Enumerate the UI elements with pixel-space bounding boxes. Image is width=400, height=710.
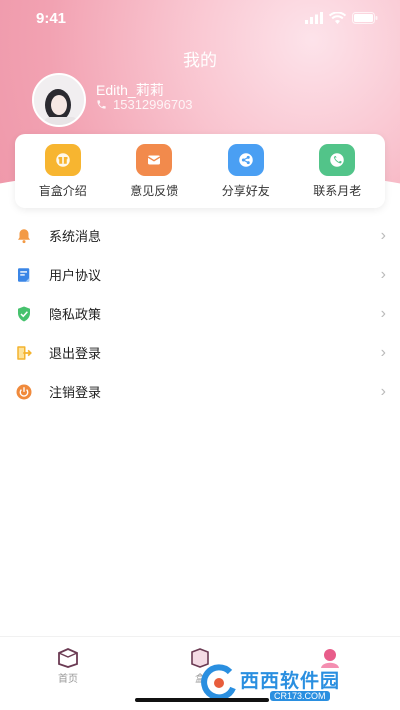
shortcut-label: 联系月老 (313, 183, 362, 198)
shortcut-card: 盲盒介绍 意见反馈 分享好友 联系月老 (15, 134, 385, 208)
phone-icon (319, 143, 356, 176)
menu-item-deactivate-account[interactable]: 注销登录 › (0, 372, 400, 411)
chevron-right-icon: › (380, 265, 386, 283)
menu-item-privacy-policy[interactable]: 隐私政策 › (0, 294, 400, 333)
user-phone: 15312996703 (113, 97, 193, 112)
wifi-icon (329, 12, 346, 24)
status-icons (305, 12, 378, 24)
settings-menu: 系统消息 › 用户协议 › 隐私政策 › 退出登录 › 注销登录 › (0, 216, 400, 411)
phone-icon (97, 100, 106, 109)
shortcut-contact-matchmaker[interactable]: 联系月老 (297, 143, 377, 199)
feedback-mail-icon (136, 143, 173, 176)
chevron-right-icon: › (380, 343, 386, 361)
home-box-icon (58, 648, 78, 668)
chevron-right-icon: › (380, 304, 386, 322)
logout-icon (15, 344, 33, 362)
page-title: 我的 (183, 51, 217, 70)
share-icon (227, 143, 264, 176)
watermark-logo: 西西软件园 CR173.COM (200, 664, 386, 702)
bell-icon (15, 227, 33, 245)
menu-label: 隐私政策 (49, 307, 102, 322)
shortcut-label: 分享好友 (221, 183, 270, 198)
signal-icon (305, 12, 323, 24)
shield-check-icon (15, 305, 33, 323)
menu-item-logout[interactable]: 退出登录 › (0, 333, 400, 372)
status-time: 9:41 (36, 9, 67, 27)
avatar[interactable] (32, 73, 86, 127)
shortcut-share-friends[interactable]: 分享好友 (206, 143, 286, 199)
menu-item-system-messages[interactable]: 系统消息 › (0, 216, 400, 255)
tab-label: 首页 (58, 674, 78, 685)
menu-label: 退出登录 (49, 346, 102, 361)
watermark-emblem (200, 664, 238, 702)
watermark-url: CR173.COM (270, 690, 330, 701)
shortcut-feedback[interactable]: 意见反馈 (114, 143, 194, 199)
battery-icon (352, 12, 378, 24)
shortcut-label: 盲盒介绍 (38, 183, 87, 198)
chevron-right-icon: › (380, 382, 386, 400)
menu-label: 系统消息 (49, 229, 102, 244)
status-bar: 9:41 (0, 0, 400, 36)
user-phone-row: 15312996703 (96, 97, 193, 112)
watermark-text: 西西软件园 (240, 670, 341, 692)
menu-label: 用户协议 (49, 268, 102, 283)
menu-item-user-agreement[interactable]: 用户协议 › (0, 255, 400, 294)
document-icon (15, 266, 33, 284)
gift-box-icon (44, 143, 81, 176)
chevron-right-icon: › (380, 226, 386, 244)
menu-label: 注销登录 (49, 385, 102, 400)
home-indicator (135, 698, 269, 702)
tab-home[interactable]: 首页 (38, 647, 98, 685)
shortcut-label: 意见反馈 (130, 183, 179, 198)
power-icon (15, 383, 33, 401)
shortcut-blind-box-intro[interactable]: 盲盒介绍 (23, 143, 103, 199)
